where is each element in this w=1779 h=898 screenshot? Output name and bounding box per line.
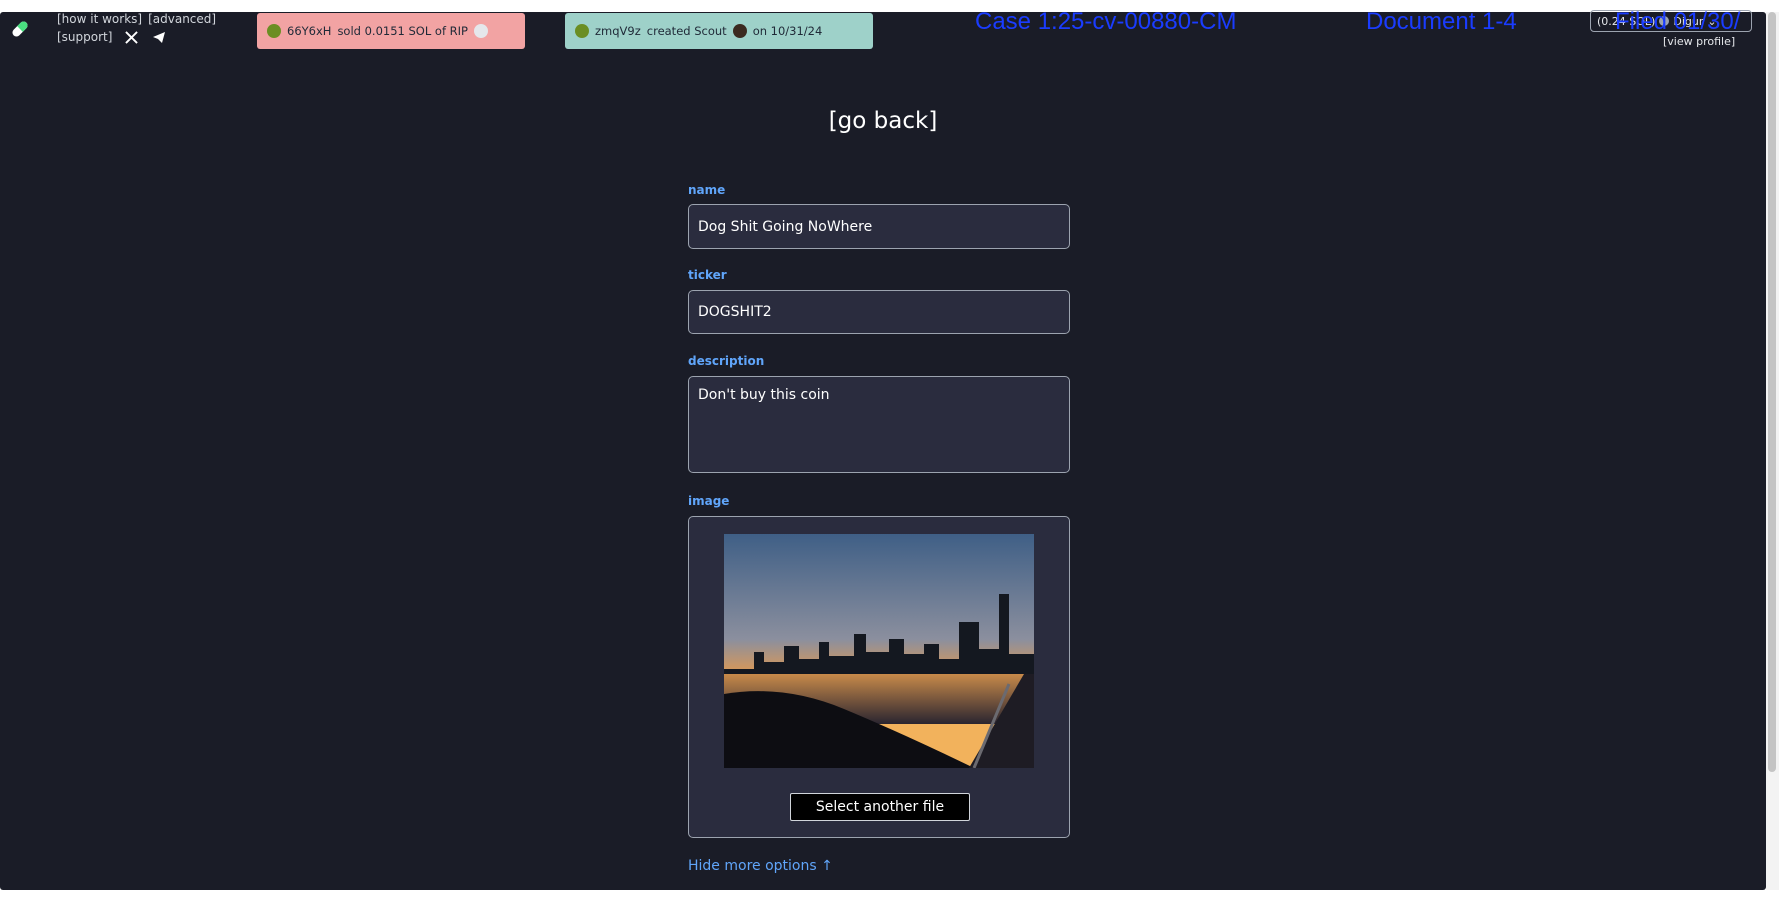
- ticker-sell-text: sold 0.0151 SOL of RIP: [337, 24, 468, 38]
- telegram-icon[interactable]: [150, 28, 168, 46]
- coin-avatar-icon: [732, 24, 747, 38]
- ticker-create[interactable]: zmqV9z created Scout on 10/31/24: [565, 13, 873, 49]
- coin-avatar-icon: [473, 24, 488, 38]
- view-profile-link[interactable]: [view profile]: [1663, 35, 1735, 48]
- watermark-filed: Filed 01/30/: [1615, 8, 1741, 35]
- watermark-case: Case 1:25-cv-00880-CM: [975, 8, 1237, 35]
- description-label: description: [688, 354, 765, 368]
- ticker-sell-user: 66Y6xH: [287, 24, 332, 38]
- uploaded-image-preview: [724, 534, 1034, 768]
- ticker-label: ticker: [688, 268, 727, 282]
- nav-links: [how it works] [advanced] [support]: [57, 10, 216, 46]
- how-it-works-link[interactable]: [how it works]: [57, 10, 142, 28]
- go-back-link[interactable]: [go back]: [0, 108, 1766, 134]
- hide-options-toggle[interactable]: Hide more options ↑: [688, 858, 833, 874]
- watermark-document: Document 1-4: [1366, 8, 1517, 35]
- image-label: image: [688, 494, 730, 508]
- description-input[interactable]: Don't buy this coin: [688, 376, 1070, 473]
- ticker-create-date: on 10/31/24: [752, 24, 823, 38]
- scrollbar-thumb[interactable]: [1768, 12, 1776, 772]
- ticker-create-text: created Scout: [646, 24, 727, 38]
- advanced-link[interactable]: [advanced]: [148, 10, 216, 28]
- name-label: name: [688, 183, 726, 197]
- name-input[interactable]: [688, 204, 1070, 249]
- ticker-create-user: zmqV9z: [595, 24, 641, 38]
- frog-avatar-icon: [575, 24, 589, 38]
- image-upload-box[interactable]: Select another file: [688, 516, 1070, 838]
- ticker-input[interactable]: [688, 290, 1070, 334]
- support-link[interactable]: [support]: [57, 28, 112, 46]
- select-file-button[interactable]: Select another file: [790, 793, 970, 821]
- pill-logo-icon[interactable]: [8, 17, 32, 41]
- x-icon[interactable]: [122, 28, 140, 46]
- frog-avatar-icon: [267, 24, 281, 38]
- ticker-sell[interactable]: 66Y6xH sold 0.0151 SOL of RIP: [257, 13, 525, 49]
